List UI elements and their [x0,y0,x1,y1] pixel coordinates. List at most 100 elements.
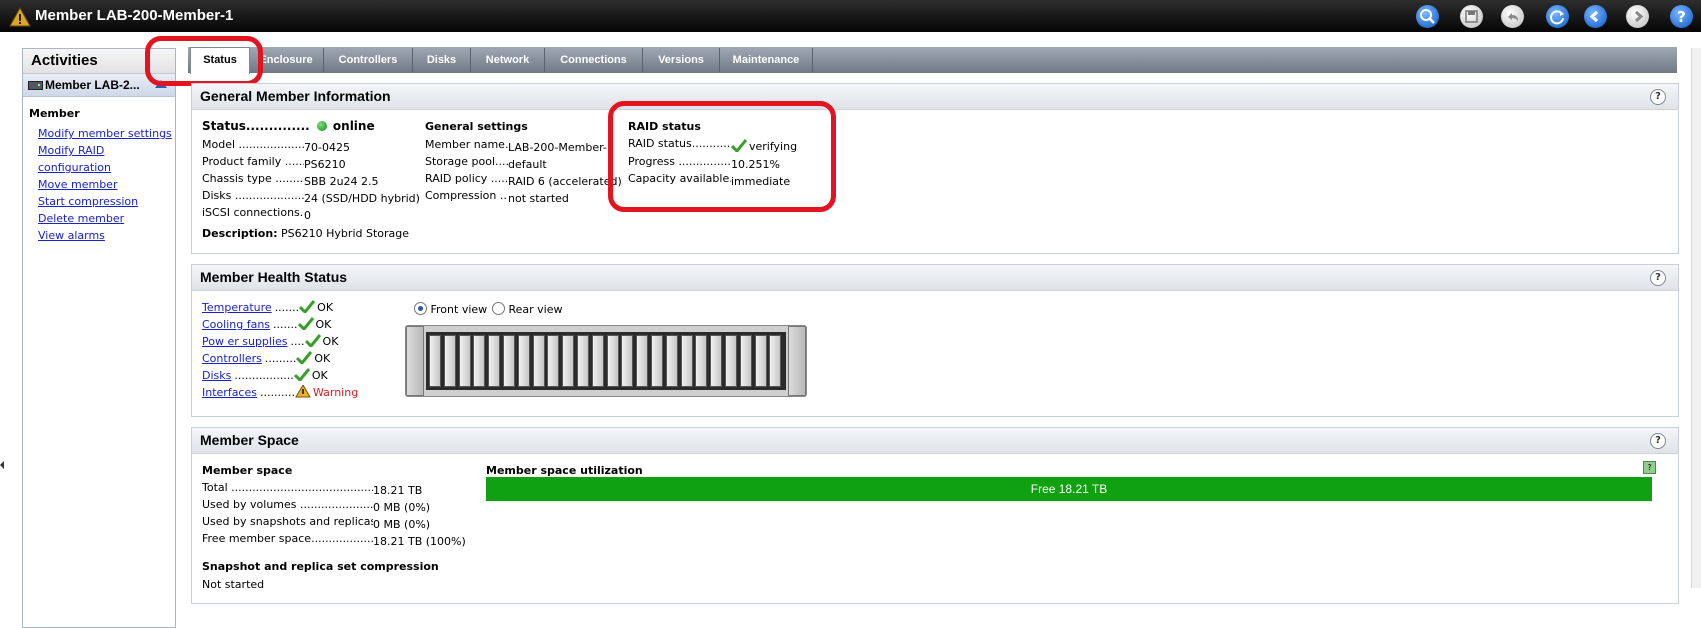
collapse-icon[interactable] [155,80,167,88]
refresh-icon[interactable] [1546,5,1569,28]
progress-label: Progress ................... [628,155,731,168]
svg-text:?: ? [1677,8,1686,26]
used-by-snapshots-label: Used by snapshots and replicas .... [202,515,373,528]
online-status-icon [316,121,327,131]
delete-member-link[interactable]: Delete member [38,210,175,227]
health-item: Cooling fans....... OK [202,317,331,331]
front-view-radio[interactable] [414,302,427,315]
used-by-volumes-row: Used by volumes ........................… [202,498,430,514]
legend-toggle-icon[interactable]: ? [1643,461,1656,474]
chassis-type-value: SBB 2u24 2.5 [304,175,379,188]
tab-controllers[interactable]: Controllers [324,48,413,72]
health-item-link[interactable]: Controllers [202,352,262,365]
compression-value: not started [508,192,569,205]
disk-bay [532,335,545,387]
start-compression-link[interactable]: Start compression [38,193,175,210]
view-alarms-link[interactable]: View alarms [38,227,175,244]
health-item-link[interactable]: Cooling fans [202,318,270,331]
general-info-help-icon[interactable]: ? [1650,89,1666,105]
modify-raid-configuration-link[interactable]: Modify RAID configuration [38,142,175,176]
disk-bay [562,335,575,387]
general-info-title: General Member Information [200,88,391,104]
description-row: Description: PS6210 Hybrid Storage [202,227,409,240]
storage-pool-label: Storage pool...... [425,155,508,168]
help-icon[interactable]: ? [1670,5,1693,28]
disk-bay [710,335,723,387]
disks-row: Disks ..................................… [202,189,420,205]
health-item-dots: ....... [274,301,300,314]
disk-bay [443,335,456,387]
activities-title: Activities [23,49,175,74]
enclosure-front-image [405,325,807,397]
space-header: Member Space ? [192,428,1678,454]
compression-status: Not started [202,578,265,591]
chassis-type-label: Chassis type ......... [202,172,304,185]
iscsi-connections-row: iSCSI connections...0 [202,206,311,222]
disk-bay [488,335,501,387]
free-space-row: Free member space...................18.2… [202,532,466,548]
member-section-title: Member [29,107,80,120]
raid-policy-value: RAID 6 (accelerated) [508,175,622,188]
tab-connections[interactable]: Connections [545,48,643,72]
tab-versions[interactable]: Versions [643,48,720,72]
health-header: Member Health Status ? [192,265,1678,291]
health-item-link[interactable]: Interfaces [202,386,257,399]
member-item[interactable]: Member LAB-2... [23,74,175,97]
disk-bay [651,335,663,387]
right-ear [788,326,806,396]
health-item-link[interactable]: Disks [202,369,231,382]
used-by-snapshots-value: 0 MB (0%) [373,518,431,531]
free-space-bar: Free 18.21 TB [486,477,1652,501]
disk-bays [426,332,786,390]
rear-view-radio[interactable] [492,302,505,315]
modify-member-settings-link[interactable]: Modify member settings [38,125,175,142]
total-value: 18.21 TB [373,484,423,497]
member-space-title: Member space [202,464,293,477]
tab-maintenance[interactable]: Maintenance [720,48,813,72]
back-icon[interactable] [1584,5,1607,28]
splitter-collapse-icon[interactable] [0,461,4,469]
disk-bay [503,335,515,387]
health-item-link[interactable]: Pow er supplies [202,335,288,348]
raid-policy-label: RAID policy ...... [425,172,508,185]
space-help-icon[interactable]: ? [1650,433,1666,449]
health-item-dots: ....... [273,318,298,331]
health-item-dots: .... [290,335,305,348]
save-icon[interactable] [1460,5,1483,28]
space-title: Member Space [200,432,299,448]
vertical-scrollbar[interactable] [1691,48,1701,588]
server-icon [28,81,43,90]
tab-network[interactable]: Network [471,48,545,72]
move-member-link[interactable]: Move member [38,176,175,193]
front-view-option[interactable]: Front view [414,302,487,316]
warning-logo-icon [9,7,31,27]
tab-disks[interactable]: Disks [413,48,471,72]
space-panel: Member Space ? Member space Total ......… [191,427,1679,604]
health-help-icon[interactable]: ? [1650,270,1666,286]
disk-bay [429,335,441,387]
product-family-value: PS6210 [304,158,346,171]
tab-status[interactable]: Status [190,47,250,74]
health-item-link[interactable]: Temperature [202,301,272,314]
search-icon[interactable] [1416,5,1439,28]
used-by-volumes-value: 0 MB (0%) [373,501,431,514]
tab-enclosure[interactable]: Enclosure [249,48,324,72]
activities-panel: Activities Member LAB-2... Member Modify… [22,48,176,628]
health-item-dots: ................. [234,369,294,382]
product-family-label: Product family ............ [202,155,304,168]
disk-bay [695,335,708,387]
iscsi-connections-label: iSCSI connections... [202,206,304,219]
rear-view-option[interactable]: Rear view [492,302,563,316]
health-item: Disks................. OK [202,368,328,382]
health-panel: Member Health Status ? Temperature......… [191,264,1679,417]
undo-icon[interactable] [1501,5,1524,28]
health-item: Controllers......... OK [202,351,330,365]
capacity-available-label: Capacity available.... [628,172,731,185]
model-row: Model ..............................70-0… [202,138,350,154]
check-icon [304,334,321,347]
forward-icon[interactable] [1626,5,1649,28]
health-item-status: OK [315,318,332,331]
disk-bay [517,335,530,387]
storage-pool-row: Storage pool......default [425,155,547,171]
storage-pool-value: default [508,158,547,171]
